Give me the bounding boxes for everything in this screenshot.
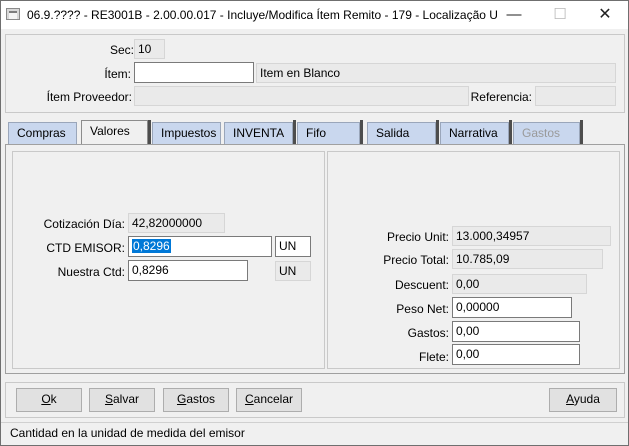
tab-gastos: Gastos [513, 122, 580, 144]
status-bar: Cantidad en la unidad de medida del emis… [1, 422, 628, 445]
flete-input[interactable]: 0,00 [452, 344, 580, 365]
tab-fifo[interactable]: Fifo [297, 122, 360, 144]
sec-label: Sec: [109, 43, 134, 57]
flete-label: Flete: [418, 350, 449, 364]
gastos-mnemonic: G [176, 392, 187, 406]
quantity-group: Cotización Día: 42,82000000 CTD EMISOR: … [12, 151, 325, 369]
salvar-mnemonic: S [104, 392, 113, 406]
gastos-input[interactable]: 0,00 [452, 321, 580, 342]
precio-unit-label: Precio Unit: [386, 230, 449, 244]
precio-total-label: Precio Total: [383, 253, 449, 267]
ctd-emisor-label: CTD EMISOR: [46, 241, 125, 255]
cancelar-mnemonic: C [244, 392, 254, 406]
ayuda-button[interactable]: Ayuda [549, 388, 617, 412]
ctd-emisor-input[interactable]: 0,8296 [128, 236, 272, 257]
item-input[interactable] [134, 62, 254, 83]
cotizacion-field: 42,82000000 [128, 213, 225, 233]
sec-field: 10 [134, 39, 165, 59]
tab-impuestos[interactable]: Impuestos [152, 122, 221, 144]
tab-valores[interactable]: Valores [81, 120, 148, 145]
nuestra-ctd-unit: UN [275, 261, 311, 281]
valores-tab-panel: Cotización Día: 42,82000000 CTD EMISOR: … [5, 144, 625, 374]
tab-narrativa[interactable]: Narrativa [440, 122, 509, 144]
ayuda-mnemonic: A [566, 392, 574, 406]
ok-label-rest: k [50, 392, 57, 406]
maximize-button[interactable]: ☐ [537, 1, 583, 29]
referencia-label: Referencia: [470, 90, 532, 104]
tab-separator [580, 120, 583, 145]
tab-separator [293, 120, 296, 145]
window-title: 06.9.???? - RE3001B - 2.00.00.017 - Incl… [27, 8, 497, 22]
tab-salida[interactable]: Salida [367, 122, 436, 144]
pricing-group: Precio Unit: 13.000,34957 Precio Total: … [327, 151, 620, 369]
tab-separator [509, 120, 512, 145]
cotizacion-label: Cotización Día: [43, 217, 125, 231]
precio-unit-field: 13.000,34957 [452, 226, 611, 246]
gastos-label-rest: astos [186, 392, 216, 406]
nuestra-ctd-input[interactable]: 0,8296 [128, 260, 248, 281]
precio-total-field: 10.785,09 [452, 249, 603, 269]
item-label: Ítem: [104, 67, 131, 81]
gastos-button[interactable]: Gastos [163, 388, 229, 412]
tab-compras[interactable]: Compras [8, 122, 77, 144]
header-group: Sec: 10 Ítem: Item en Blanco Ítem Provee… [5, 34, 625, 113]
tab-inventa[interactable]: INVENTA [224, 122, 293, 144]
app-icon [6, 8, 20, 20]
salvar-label-rest: alvar [113, 392, 140, 406]
ayuda-label-rest: yuda [573, 392, 600, 406]
cancelar-label-rest: ancelar [253, 392, 294, 406]
cancelar-button[interactable]: Cancelar [236, 388, 302, 412]
item-description: Item en Blanco [256, 63, 616, 83]
gastos-label: Gastos: [407, 326, 449, 340]
nuestra-ctd-label: Nuestra Ctd: [57, 265, 125, 279]
tab-separator [148, 120, 151, 145]
proveedor-label: Ítem Proveedor: [46, 90, 132, 104]
peso-net-label: Peso Net: [396, 302, 449, 316]
proveedor-field [134, 86, 469, 106]
minimize-button[interactable]: — [491, 1, 537, 29]
title-bar: 06.9.???? - RE3001B - 2.00.00.017 - Incl… [1, 1, 628, 29]
tab-separator [436, 120, 439, 145]
close-button[interactable]: ✕ [582, 1, 628, 29]
ok-mnemonic: O [41, 392, 51, 406]
peso-net-input[interactable]: 0,00000 [452, 297, 572, 318]
descuent-field: 0,00 [452, 274, 587, 294]
ok-button[interactable]: Ok [16, 388, 82, 412]
ctd-emisor-selected-text: 0,8296 [132, 239, 171, 253]
app-window: 06.9.???? - RE3001B - 2.00.00.017 - Incl… [0, 0, 629, 446]
ctd-emisor-unit: UN [275, 236, 311, 257]
tab-separator [360, 120, 363, 145]
referencia-field [535, 86, 616, 106]
salvar-button[interactable]: Salvar [89, 388, 155, 412]
descuent-label: Descuent: [394, 278, 449, 292]
